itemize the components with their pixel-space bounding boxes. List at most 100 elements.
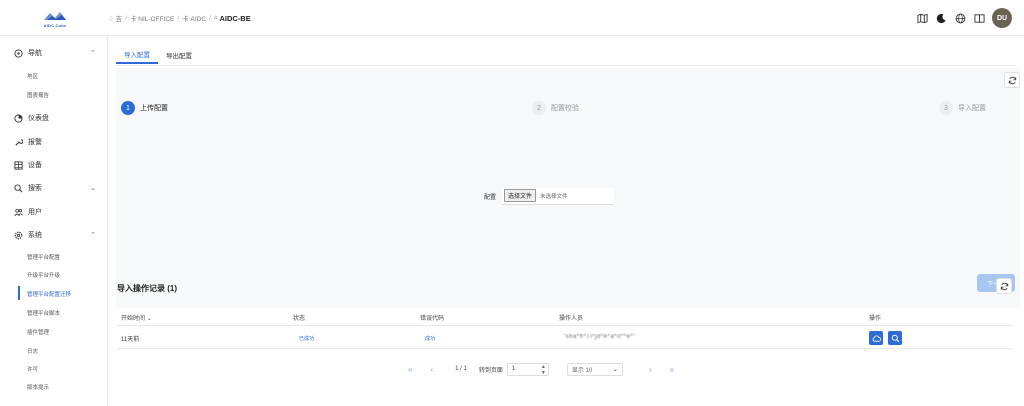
step-number: 1 [121,101,135,115]
sidebar-item-dashboard[interactable]: 仪表盘 [14,111,100,125]
prev-page-icon[interactable]: ‹ [430,365,433,374]
breadcrumb-separator: / [125,14,127,22]
next-page-icon[interactable]: › [649,365,652,374]
chevron-up-icon: ⌃ [90,50,96,57]
chevron-down-icon: ⌄ [612,366,618,373]
status-badge: 已成功 [299,336,315,342]
logo-text: AIDC Cube [43,23,67,28]
breadcrumb-separator: / [177,14,180,22]
sidebar-item-alarm[interactable]: 报警 [14,135,100,149]
sidebar-subitem-system[interactable]: 版本提示 [27,383,49,391]
sidebar-subitem-system[interactable]: 升级平台升级 [27,271,60,279]
file-input[interactable]: 选择文件 未选择文件 [502,188,614,205]
main-content: 导入配置 导出配置 1 上传配置 2 配置校验 3 导入配置 配置 选择文件 未… [108,36,1024,406]
pagination: « ‹ 1 / 1 转到页面 1 ▲ ▼ 显示 10 ⌄ › » [408,361,674,377]
sidebar-subitem-system[interactable]: 管理平台配置 [27,253,60,261]
goto-page-input[interactable]: 1 ▲ ▼ [506,362,549,376]
users-icon [14,208,23,217]
cell-operator: "sha*h*Tl*jd*e*a*it**e*" [563,334,636,340]
sidebar-item-search[interactable]: 搜索 ⌄ [14,181,100,195]
breadcrumb-item[interactable]: ♤ 吉 [108,13,122,23]
column-header-code: 错误代码 [420,316,445,322]
step-label: 导入配置 [958,105,986,112]
sidebar-item-nav[interactable]: 导航 ⌃ [14,46,100,60]
sidebar-subitem-system[interactable]: 日志 [27,347,38,355]
moon-icon[interactable] [935,12,947,24]
cell-code: 成功 [425,336,436,342]
sidebar-subitem-report[interactable]: 图表报告 [27,91,49,99]
records-title: 导入操作记录 (1) [117,284,177,293]
stepper-icon[interactable]: ▲ ▼ [541,364,546,376]
goto-label: 转到页面 [478,367,503,374]
grid-icon [14,160,23,170]
refresh-button[interactable] [1004,72,1020,88]
cloud-upload-icon [872,335,881,342]
gear-icon [14,231,23,240]
sidebar-subitem-system[interactable]: 插件管理 [27,328,49,336]
search-icon [891,334,899,342]
no-file-text: 未选择文件 [540,193,568,200]
first-page-icon[interactable]: « [408,365,412,374]
sidebar-subitem-system[interactable]: 管理平台脚本 [27,309,60,317]
header-actions: DU [916,8,1012,28]
map-icon[interactable] [916,12,928,24]
page-size-select[interactable]: 显示 10 ⌄ [566,362,623,376]
breadcrumb-item[interactable]: 卡 AIDC [182,13,206,23]
step-number: 3 [939,101,953,115]
step-label: 配置校验 [551,105,579,112]
upload-label: 配置 [484,195,497,201]
step-validate: 2 配置校验 [532,101,579,115]
records-refresh-button[interactable] [996,278,1012,294]
sidebar-item-label: 仪表盘 [28,115,49,122]
page-size-value: 显示 10 [571,367,593,374]
choose-file-button[interactable]: 选择文件 [504,189,537,202]
refresh-icon [1008,76,1016,84]
tab-export[interactable]: 导出配置 [158,46,200,64]
column-header-actions: 操作 [869,316,882,322]
logo-mark [44,12,66,20]
user-avatar[interactable]: DU [992,8,1012,28]
cell-time: 11天前 [121,337,140,343]
sidebar-subitem-system[interactable]: 许可 [27,365,38,373]
sidebar-item-user[interactable]: 用户 [14,205,100,219]
breadcrumb-separator: / [209,14,211,22]
breadcrumb-item[interactable]: 卡 NIL-OFFICE [130,13,174,23]
sidebar-item-system[interactable]: 系统 ⌃ [14,228,100,242]
sidebar-item-label: 系统 [28,232,42,239]
import-panel: 1 上传配置 2 配置校验 3 导入配置 配置 选择文件 未选择文件 下一步 [116,68,1020,308]
compass-icon [14,48,23,58]
upload-action-button[interactable] [869,331,883,345]
last-page-icon[interactable]: » [670,365,674,374]
sidebar-item-device[interactable]: 设备 [14,158,100,172]
column-header-time[interactable]: 开始时间 ⌄ [121,313,152,322]
wrench-icon [14,138,23,147]
tab-import[interactable]: 导入配置 [116,46,158,64]
sidebar-item-label: 用户 [28,209,42,216]
active-indicator [18,286,20,300]
upload-row: 配置 选择文件 未选择文件 [484,188,614,205]
breadcrumb: ♤ 吉 / 卡 NIL-OFFICE / 卡 AIDC / ⌂ AIDC-BE [108,13,251,24]
sidebar-item-label: 报警 [28,139,42,146]
goto-page-value: 1 [511,366,516,372]
breadcrumb-current: AIDC-BE [219,13,251,23]
app-logo[interactable]: AIDC Cube [30,8,80,30]
tab-bar: 导入配置 导出配置 [116,46,200,66]
view-action-button[interactable] [888,331,902,345]
step-import: 3 导入配置 [939,101,986,115]
step-number: 2 [532,101,546,115]
book-icon[interactable] [973,12,985,24]
column-header-status: 状态 [293,316,306,322]
table-header: 开始时间 ⌄ 状态 错误代码 操作人员 操作 [117,308,1013,326]
sidebar: 导航 ⌃ 地区 图表报告 仪表盘 报警 设备 搜索 ⌄ 用户 系统 ⌃ 管理平台… [0,36,108,406]
globe-icon[interactable] [954,12,966,24]
chevron-up-icon: ⌃ [90,232,96,239]
step-upload: 1 上传配置 [121,101,168,115]
sidebar-subitem-system-active[interactable]: 管理平台配置迁移 [27,290,71,298]
table-row: 11天前 已成功 成功 "sha*h*Tl*jd*e*a*it**e*" [117,327,1013,349]
sidebar-item-label: 导航 [28,50,42,57]
search-icon [14,183,23,193]
chevron-down-icon: ⌄ [90,185,96,192]
sidebar-subitem-region[interactable]: 地区 [27,72,38,80]
chevron-down-icon: ⌄ [146,316,152,322]
page-info: 1 / 1 [455,366,467,372]
